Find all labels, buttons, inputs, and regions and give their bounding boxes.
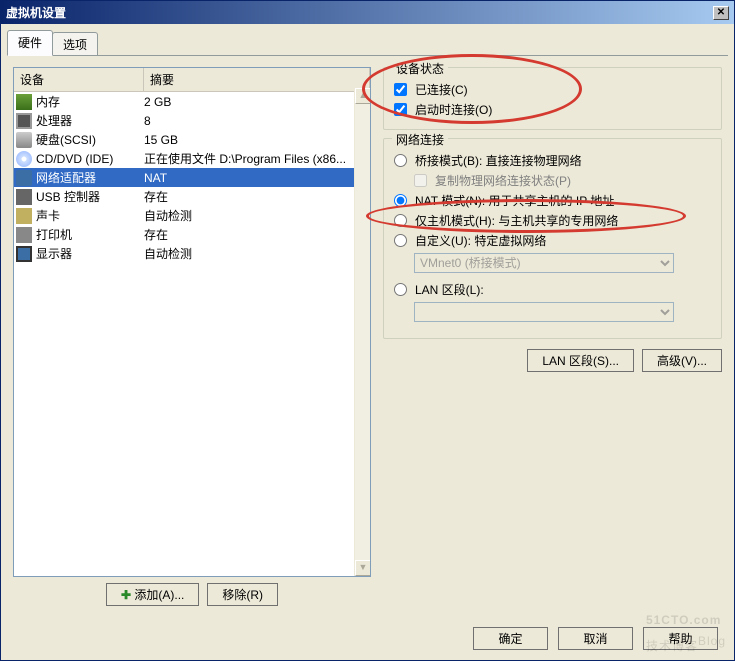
snd-icon — [16, 208, 32, 224]
device-summary: 自动检测 — [144, 207, 368, 224]
device-summary: 15 GB — [144, 133, 368, 147]
device-name: CD/DVD (IDE) — [36, 152, 113, 166]
tab-hardware[interactable]: 硬件 — [7, 30, 53, 56]
net-icon — [16, 170, 32, 186]
table-row[interactable]: 网络适配器 NAT — [14, 168, 370, 187]
add-icon: ✚ — [121, 588, 134, 602]
settings-window: 虚拟机设置 ✕ 硬件 选项 设备 摘要 内存 2 GB 处理器 8 硬盘(SCSI) 15… — [0, 0, 735, 661]
scroll-up-icon[interactable]: ▲ — [355, 88, 371, 104]
nat-radio[interactable]: NAT 模式(N): 用于共享主机的 IP 地址 — [394, 192, 711, 209]
table-row[interactable]: 处理器 8 — [14, 111, 370, 130]
device-summary: NAT — [144, 171, 368, 185]
table-row[interactable]: CD/DVD (IDE) 正在使用文件 D:\Program Files (x86… — [14, 149, 370, 168]
col-summary[interactable]: 摘要 — [144, 68, 370, 91]
tab-options[interactable]: 选项 — [52, 32, 98, 56]
device-name: 网络适配器 — [36, 169, 96, 186]
custom-radio[interactable]: 自定义(U): 特定虚拟网络 — [394, 232, 711, 249]
scrollbar[interactable]: ▲ ▼ — [354, 88, 370, 576]
device-summary: 存在 — [144, 226, 368, 243]
right-buttons: LAN 区段(S)... 高级(V)... — [383, 349, 722, 372]
device-name: USB 控制器 — [36, 188, 100, 205]
device-name: 声卡 — [36, 207, 60, 224]
connect-on-power-checkbox[interactable]: 启动时连接(O) — [394, 101, 711, 118]
tab-separator — [7, 55, 728, 56]
close-button[interactable]: ✕ — [713, 6, 729, 20]
device-summary: 存在 — [144, 188, 368, 205]
device-list-header: 设备 摘要 — [14, 68, 370, 92]
dialog-body: 设备 摘要 内存 2 GB 处理器 8 硬盘(SCSI) 15 GB CD/DVD (IDE… — [1, 57, 734, 637]
usb-icon — [16, 189, 32, 205]
ok-button[interactable]: 确定 — [473, 627, 548, 650]
connected-checkbox[interactable]: 已连接(C) — [394, 81, 711, 98]
cancel-button[interactable]: 取消 — [558, 627, 633, 650]
cd-icon — [16, 151, 32, 167]
device-name: 处理器 — [36, 112, 72, 129]
device-name: 显示器 — [36, 245, 72, 262]
lan-segments-button[interactable]: LAN 区段(S)... — [527, 349, 634, 372]
lanseg-dropdown — [414, 302, 674, 322]
table-row[interactable]: 硬盘(SCSI) 15 GB — [14, 130, 370, 149]
device-summary: 2 GB — [144, 95, 368, 109]
table-row[interactable]: 声卡 自动检测 — [14, 206, 370, 225]
tabs: 硬件 选项 — [7, 30, 728, 56]
bridged-radio[interactable]: 桥接模式(B): 直接连接物理网络 — [394, 152, 711, 169]
left-buttons: ✚ 添加(A)... 移除(R) — [13, 583, 371, 606]
mem-icon — [16, 94, 32, 110]
device-status-group: 设备状态 已连接(C) 启动时连接(O) — [383, 67, 722, 130]
advanced-button[interactable]: 高级(V)... — [642, 349, 722, 372]
col-device[interactable]: 设备 — [14, 68, 144, 91]
cpu-icon — [16, 113, 32, 129]
table-row[interactable]: 打印机 存在 — [14, 225, 370, 244]
device-name: 打印机 — [36, 226, 72, 243]
network-connection-group: 网络连接 桥接模式(B): 直接连接物理网络 复制物理网络连接状态(P) NAT… — [383, 138, 722, 339]
table-row[interactable]: 显示器 自动检测 — [14, 244, 370, 263]
lanseg-radio[interactable]: LAN 区段(L): — [394, 281, 711, 298]
add-button[interactable]: ✚ 添加(A)... — [106, 583, 199, 606]
device-summary: 正在使用文件 D:\Program Files (x86... — [144, 150, 368, 167]
right-panel: 设备状态 已连接(C) 启动时连接(O) 网络连接 桥接模式(B): 直接连接物… — [383, 67, 722, 627]
scroll-down-icon[interactable]: ▼ — [355, 560, 371, 576]
lanseg-select — [414, 302, 674, 322]
hostonly-radio[interactable]: 仅主机模式(H): 与主机共享的专用网络 — [394, 212, 711, 229]
vmnet-dropdown: VMnet0 (桥接模式) — [414, 253, 674, 273]
device-name: 硬盘(SCSI) — [36, 131, 96, 148]
device-summary: 8 — [144, 114, 368, 128]
titlebar: 虚拟机设置 ✕ — [1, 1, 734, 24]
remove-button[interactable]: 移除(R) — [207, 583, 278, 606]
disk-icon — [16, 132, 32, 148]
prn-icon — [16, 227, 32, 243]
left-panel: 设备 摘要 内存 2 GB 处理器 8 硬盘(SCSI) 15 GB CD/DVD (IDE… — [13, 67, 371, 627]
vmnet-select: VMnet0 (桥接模式) — [414, 253, 674, 273]
replicate-checkbox: 复制物理网络连接状态(P) — [414, 172, 711, 189]
table-row[interactable]: 内存 2 GB — [14, 92, 370, 111]
window-title: 虚拟机设置 — [6, 4, 66, 21]
device-list[interactable]: 设备 摘要 内存 2 GB 处理器 8 硬盘(SCSI) 15 GB CD/DVD (IDE… — [13, 67, 371, 577]
mon-icon — [16, 246, 32, 262]
table-row[interactable]: USB 控制器 存在 — [14, 187, 370, 206]
device-summary: 自动检测 — [144, 245, 368, 262]
device-status-title: 设备状态 — [392, 60, 448, 77]
watermark: 51CTO.com技术博客Blog — [646, 604, 726, 656]
network-connection-title: 网络连接 — [392, 131, 448, 148]
device-name: 内存 — [36, 93, 60, 110]
